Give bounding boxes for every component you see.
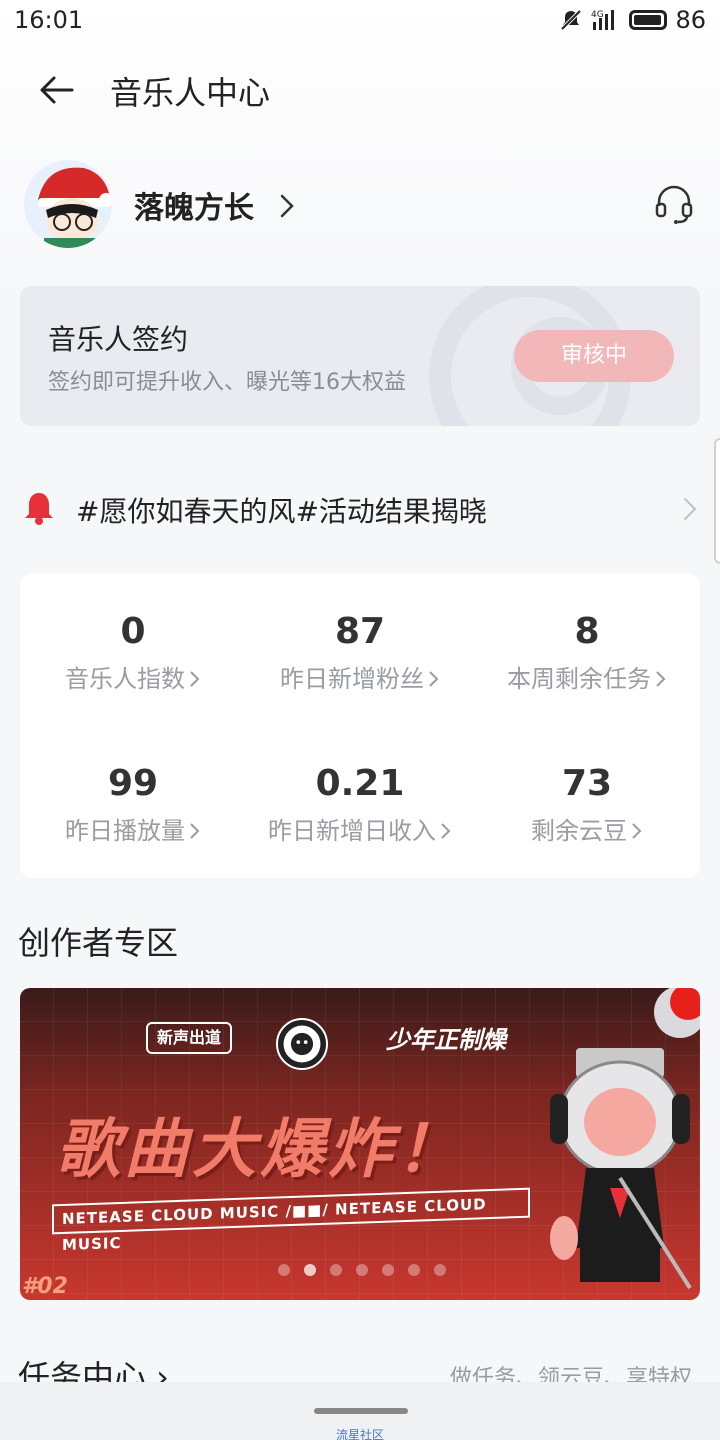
chevron-right-icon [656,671,666,687]
stat-value: 0 [120,611,146,652]
battery-level: 86 [675,6,706,34]
stat-value: 8 [574,611,600,652]
carousel-dot[interactable] [434,1264,446,1276]
headset-icon[interactable] [654,182,694,224]
carousel-dot[interactable] [356,1264,368,1276]
sign-title: 音乐人签约 [48,323,189,356]
top-gradient [0,0,720,300]
stat-musician-index[interactable]: 0 音乐人指数 [20,610,246,696]
bottom-bar: 流星社区 [0,1382,720,1440]
username[interactable]: 落魄方长 [134,183,254,227]
bottom-label[interactable]: 流星社区 [0,1426,720,1440]
profile-chevron-icon[interactable] [278,192,298,220]
carousel-dot[interactable] [330,1264,342,1276]
stat-remaining-tasks[interactable]: 8 本周剩余任务 [474,610,700,696]
banner-badge-icon [276,1018,328,1070]
chevron-right-icon [190,671,200,687]
chevron-right-icon [190,823,200,839]
stat-new-fans[interactable]: 87 昨日新增粉丝 [247,610,473,696]
sign-card[interactable]: 音乐人签约 签约即可提升收入、曝光等16大权益 审核中 [20,286,700,426]
battery-icon [629,10,668,30]
chevron-right-icon [441,823,451,839]
chevron-right-icon [632,823,642,839]
creator-banner[interactable]: 新声出道 少年正制燥 歌曲大爆炸！ NETEASE CLOUD MUSIC /■… [20,988,700,1300]
stat-label: 昨日新增日收入 [268,814,452,848]
review-status-button[interactable]: 审核中 [514,330,674,382]
banner-logo-new-voice: 新声出道 [146,1022,232,1054]
stat-value: 87 [334,611,386,652]
chevron-right-icon [429,671,439,687]
carousel-dot[interactable] [382,1264,394,1276]
carousel-dot[interactable] [408,1264,420,1276]
stats-card: 0 音乐人指数 87 昨日新增粉丝 8 本周剩余任务 99 昨日播放量 0.21… [20,574,700,878]
notice-chevron-icon[interactable] [682,496,698,522]
stat-label: 本周剩余任务 [507,662,667,696]
stat-income[interactable]: 0.21 昨日新增日收入 [247,762,473,848]
back-arrow-icon[interactable] [36,70,76,110]
avatar[interactable] [24,160,112,248]
stat-label: 昨日新增粉丝 [280,662,440,696]
stat-value: 0.21 [315,763,405,804]
avatar-image [24,160,112,248]
mute-icon [561,9,582,31]
notice-text[interactable]: #愿你如春天的风#活动结果揭晓 [76,490,487,530]
stat-plays[interactable]: 99 昨日播放量 [20,762,246,848]
stat-label: 昨日播放量 [65,814,201,848]
astronaut-mascot-icon [550,1048,692,1290]
stat-cloud-beans[interactable]: 73 剩余云豆 [474,762,700,848]
stat-value: 73 [561,763,613,804]
sign-subtitle: 签约即可提升收入、曝光等16大权益 [48,370,406,395]
signal-icon: 4G [591,10,615,30]
stat-value: 99 [107,763,159,804]
banner-headline: 歌曲大爆炸！ [56,1113,464,1187]
bell-icon [25,493,53,525]
stat-label: 剩余云豆 [531,814,643,848]
status-time: 16:01 [14,6,84,34]
status-icons: 4G 86 [559,6,706,34]
page-title: 音乐人中心 [110,74,271,112]
carousel-dots [278,1264,446,1276]
creator-section-title: 创作者专区 [18,924,179,962]
banner-logo-youth: 少年正制燥 [386,1026,506,1054]
banner-issue-number: #02 [22,1274,68,1299]
stat-label: 音乐人指数 [65,662,201,696]
side-drawer-handle[interactable] [714,438,720,564]
carousel-dot[interactable] [304,1264,316,1276]
carousel-dot[interactable] [278,1264,290,1276]
status-bar: 16:01 4G 86 [0,0,720,40]
home-indicator[interactable] [314,1408,408,1414]
